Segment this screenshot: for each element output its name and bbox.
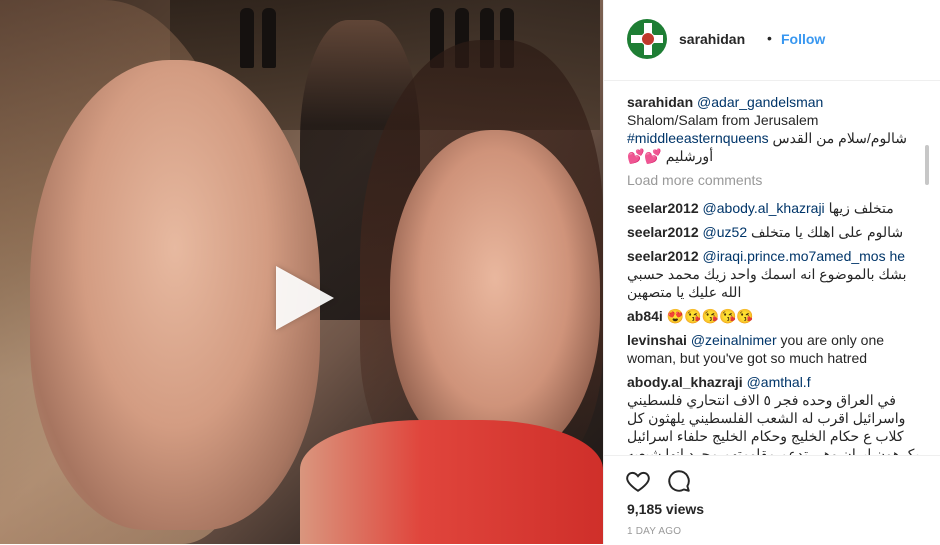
caption-mention[interactable]: @adar_gandelsman — [697, 94, 823, 110]
post-sidebar: sarahidan • Follow sarahidan @adar_gande… — [603, 0, 940, 544]
avatar[interactable] — [627, 19, 667, 59]
comment: abody.al_khazraji @amthal.f في العراق وح… — [627, 373, 927, 455]
caption-arabic-1: شالوم/سلام من القدس — [772, 130, 907, 146]
play-icon[interactable] — [276, 266, 334, 330]
comment-username[interactable]: levinshai — [627, 332, 687, 348]
comment-mention[interactable]: @abody.al_khazraji — [703, 200, 825, 216]
comment-icon[interactable] — [666, 468, 692, 494]
comment: ab84i 😍😘😘😘😘 — [627, 307, 927, 325]
right-woman-face — [390, 130, 600, 460]
post-username[interactable]: sarahidan — [679, 31, 745, 47]
post-actions: 9,185 views 1 DAY AGO — [604, 455, 940, 545]
caption-username[interactable]: sarahidan — [627, 94, 693, 110]
caption: sarahidan @adar_gandelsman Shalom/Salam … — [627, 93, 927, 165]
comment-mention[interactable]: @zeinalnimer — [691, 332, 777, 348]
comment: seelar2012 @abody.al_khazraji متخلف زيها — [627, 199, 927, 217]
post-header: sarahidan • Follow — [604, 0, 940, 81]
follow-button[interactable]: Follow — [781, 31, 825, 47]
comment-mention[interactable]: @iraqi.prince.mo7amed_mos he — [703, 248, 906, 264]
bottle — [240, 8, 254, 68]
view-count[interactable]: 9,185 views — [627, 501, 704, 517]
comment: levinshai @zeinalnimer you are only one … — [627, 331, 927, 367]
comment-text: 😍😘😘😘😘 — [666, 308, 754, 324]
comment-username[interactable]: seelar2012 — [627, 224, 699, 240]
comment: seelar2012 @iraqi.prince.mo7amed_mos he … — [627, 247, 927, 301]
comments-scrollbar[interactable] — [925, 145, 929, 185]
avatar-emblem — [641, 32, 655, 46]
comment-text: في العراق وحده فجر ٥ الاف انتحاري فلسطين… — [627, 392, 920, 455]
comment-mention[interactable]: @uz52 — [703, 224, 748, 240]
comment-username[interactable]: seelar2012 — [627, 248, 699, 264]
comment-text: شالوم على اهلك يا متخلف — [751, 224, 904, 240]
comment-text: بشك بالموضوع انه اسمك واحد زيك محمد حسبي… — [627, 266, 907, 300]
heart-icon[interactable] — [625, 468, 651, 494]
comment-username[interactable]: seelar2012 — [627, 200, 699, 216]
caption-hashtag[interactable]: #middleeasternqueens — [627, 130, 769, 146]
comment-username[interactable]: ab84i — [627, 308, 663, 324]
instagram-post-window: sarahidan • Follow sarahidan @adar_gande… — [0, 0, 940, 544]
comment-mention[interactable]: @amthal.f — [747, 374, 811, 390]
header-separator: • — [767, 30, 772, 46]
caption-line: Shalom/Salam from Jerusalem — [627, 112, 819, 128]
bottle — [262, 8, 276, 68]
comment-username[interactable]: abody.al_khazraji — [627, 374, 743, 390]
comment: seelar2012 @uz52 شالوم على اهلك يا متخلف — [627, 223, 927, 241]
post-timestamp[interactable]: 1 DAY AGO — [627, 526, 681, 537]
comments-list[interactable]: sarahidan @adar_gandelsman Shalom/Salam … — [627, 93, 927, 455]
caption-arabic-2: 💕💕 أورشليم — [627, 148, 714, 164]
video-frame[interactable] — [0, 0, 603, 544]
load-more-comments-button[interactable]: Load more comments — [627, 171, 927, 189]
comment-text: متخلف زيها — [828, 200, 894, 216]
red-top — [300, 420, 603, 544]
